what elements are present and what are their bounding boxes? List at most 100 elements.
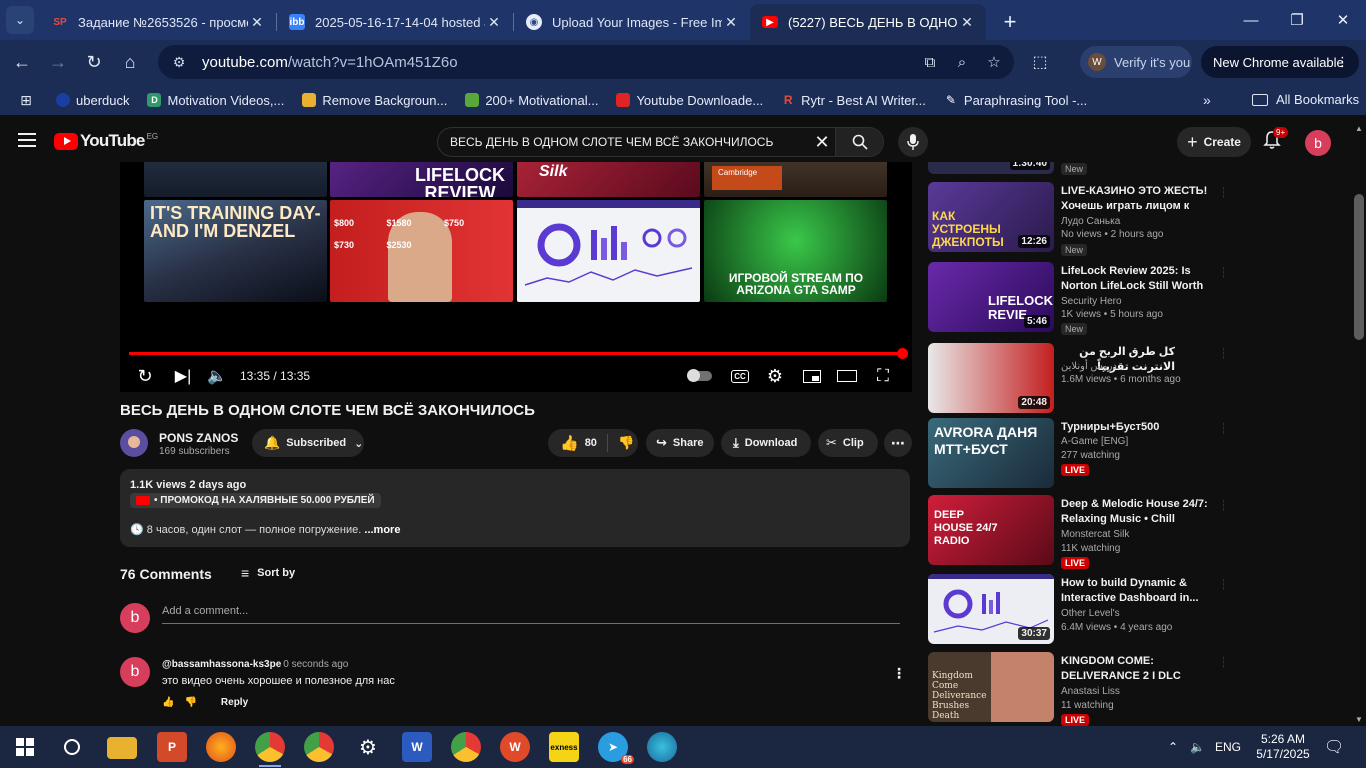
browser-tab-1[interactable]: SP Задание №2653526 - просмотр ✕ — [40, 4, 276, 40]
settings-gear-icon[interactable]: ⚙ — [764, 362, 786, 390]
comment-author[interactable]: @bassamhassona-ks3pe 0 seconds ago — [162, 659, 348, 670]
comment-avatar[interactable]: b — [120, 657, 150, 687]
description-box[interactable]: 1.1K views 2 days ago • ПРОМОКОД НА ХАЛЯ… — [120, 469, 910, 547]
zoom-icon[interactable]: ⌕ — [952, 54, 972, 71]
create-button[interactable]: + Create — [1177, 127, 1251, 157]
volume-icon[interactable]: 🔈 — [1190, 740, 1205, 754]
bookmark-motivational[interactable]: 200+ Motivational... — [465, 93, 598, 108]
extensions-icon[interactable]: ⬚ — [1028, 50, 1052, 74]
channel-name[interactable]: PONS ZANOS — [159, 431, 238, 445]
verify-button[interactable]: W Verify it's you — [1080, 46, 1192, 78]
notifications-button[interactable]: 9+ — [1263, 127, 1289, 152]
close-tab-icon[interactable]: ✕ — [958, 14, 976, 31]
dislike-icon[interactable]: 👎 — [618, 435, 634, 451]
clock[interactable]: 5:26 AM 5/17/2025 — [1246, 732, 1320, 762]
firefox-icon[interactable] — [206, 732, 236, 762]
like-button[interactable]: 👍 80 — [548, 434, 597, 452]
file-explorer-icon[interactable] — [107, 737, 137, 759]
channel-avatar[interactable] — [120, 429, 148, 457]
minimize-icon[interactable]: — — [1228, 0, 1274, 40]
reload-icon[interactable]: ↻ — [76, 45, 112, 81]
youtube-logo[interactable]: YouTube EG — [54, 131, 158, 151]
reply-button[interactable]: Reply — [221, 697, 248, 708]
notification-center-icon[interactable]: 🗨 — [1324, 726, 1344, 768]
bookmark-youtube-downloader[interactable]: Youtube Downloade... — [616, 93, 763, 108]
show-hidden-icons[interactable]: ⌃ — [1168, 740, 1178, 754]
endscreen-video-1[interactable] — [144, 162, 327, 197]
subscribed-button[interactable]: 🔔 Subscribed ⌄ — [252, 429, 364, 457]
menu-icon[interactable] — [18, 133, 36, 147]
start-button[interactable] — [10, 732, 40, 762]
comment-like-icon[interactable]: 👍 — [162, 697, 174, 708]
download-button[interactable]: ⤓ Download — [721, 429, 811, 457]
tab-search-button[interactable]: ⌄ — [6, 6, 34, 34]
more-options-icon[interactable]: ⋮ — [1218, 420, 1224, 437]
chrome-profile-icon[interactable] — [255, 732, 285, 767]
more-options-icon[interactable]: ⋮ — [1218, 345, 1224, 362]
word-icon[interactable]: W — [402, 732, 432, 762]
wps-presentation-icon[interactable]: P — [157, 732, 187, 762]
exness-icon[interactable]: exness — [549, 732, 579, 762]
endscreen-video-3[interactable]: Silk — [517, 162, 700, 197]
account-avatar[interactable]: b — [1305, 130, 1331, 156]
page-scrollbar[interactable]: ▲ ▼ — [1352, 122, 1366, 726]
related-video-4[interactable]: 20:48 كل طرق الربح من الانترنت تقريباً د… — [928, 343, 1224, 417]
captions-icon[interactable]: CC — [729, 362, 751, 390]
scroll-down-icon[interactable]: ▼ — [1355, 715, 1363, 724]
clear-search-icon[interactable]: ✕ — [809, 132, 835, 153]
input-language[interactable]: ENG — [1215, 740, 1241, 754]
endscreen-video-8[interactable]: ИГРОВОЙ STREAM ПО ARIZONA GTA SAMP — [704, 200, 887, 302]
share-button[interactable]: ↪ Share — [646, 429, 714, 457]
address-bar[interactable]: ⚙ youtube.com/watch?v=1hOAm451Z6o ⧉ ⌕ ☆ — [158, 45, 1014, 79]
volume-icon[interactable]: 🔈 — [206, 362, 228, 390]
search-button[interactable] — [835, 128, 883, 156]
more-link[interactable]: ...more — [364, 524, 400, 536]
related-video-6[interactable]: DEEP HOUSE 24/7 RADIO Deep & Melodic Hou… — [928, 495, 1224, 569]
wps-office-icon[interactable]: W — [500, 732, 530, 762]
autoplay-toggle[interactable] — [687, 362, 713, 390]
endscreen-video-4[interactable]: Cambridge — [704, 162, 887, 197]
scrollbar-thumb[interactable] — [1354, 194, 1364, 340]
bookmark-rytr[interactable]: R Rytr - Best AI Writer... — [781, 93, 926, 108]
more-actions-button[interactable]: ⋯ — [884, 429, 912, 457]
new-tab-button[interactable]: + — [996, 8, 1024, 36]
comment-dislike-icon[interactable]: 👎 — [184, 697, 196, 708]
voice-search-button[interactable] — [898, 127, 928, 157]
browser-tab-3[interactable]: ◉ Upload Your Images - Free Imag ✕ — [514, 4, 750, 40]
related-video-2[interactable]: КАК УСТРОЕНЫ ДЖЕКПОТЫ 12:26 LIVE-КАЗИНО … — [928, 182, 1224, 256]
video-player[interactable]: LIFELOCK REVIEW Silk Cambridge IT'S TRAI… — [120, 162, 912, 392]
telegram-icon[interactable]: ➤ 66 — [598, 732, 634, 764]
related-video-5[interactable]: AVRORA ДАНЯ МТТ+БУСТ Турниры+Буст500 A-G… — [928, 418, 1224, 492]
chrome-icon-2[interactable] — [451, 732, 481, 762]
bookmark-paraphrasing[interactable]: ✎ Paraphrasing Tool -... — [944, 93, 1087, 108]
search-circle-icon[interactable] — [57, 732, 87, 762]
endscreen-video-2[interactable]: LIFELOCK REVIEW — [330, 162, 513, 197]
more-options-icon[interactable]: ⋮ — [1218, 184, 1224, 201]
chrome-icon[interactable] — [304, 732, 334, 762]
search-box[interactable]: ВЕСЬ ДЕНЬ В ОДНОМ СЛОТЕ ЧЕМ ВСЁ ЗАКОНЧИЛ… — [437, 127, 884, 157]
browser-tab-4-active[interactable]: ▶ (5227) ВЕСЬ ДЕНЬ В ОДНОМ С ✕ — [750, 4, 986, 40]
theater-mode-icon[interactable] — [836, 362, 858, 390]
browser-tab-2[interactable]: ibb 2025-05-16-17-14-04 hosted at ✕ — [277, 4, 513, 40]
bookmark-uberduck[interactable]: uberduck — [56, 93, 129, 108]
close-tab-icon[interactable]: ✕ — [248, 14, 266, 31]
clip-button[interactable]: ✂ Clip — [818, 429, 878, 457]
endscreen-video-6[interactable]: $800 $1580 $750 $730 $2530 — [330, 200, 513, 302]
more-bookmarks-icon[interactable]: » — [1203, 92, 1211, 108]
related-video-7[interactable]: 30:37 How to build Dynamic & Interactive… — [928, 574, 1224, 648]
related-video-8[interactable]: Kingdom Come Deliverance Brushes Death K… — [928, 652, 1224, 726]
bookmark-star-icon[interactable]: ☆ — [984, 53, 1004, 71]
more-options-icon[interactable]: ⋮ — [1218, 264, 1224, 281]
next-icon[interactable]: ▶| — [172, 362, 194, 390]
bookmark-remove-bg[interactable]: Remove Backgroun... — [302, 93, 447, 108]
endscreen-video-7[interactable] — [517, 200, 700, 302]
more-options-icon[interactable]: ⋮ — [1218, 654, 1224, 671]
all-bookmarks-button[interactable]: All Bookmarks — [1252, 92, 1359, 107]
chrome-menu-icon[interactable]: ⋮ — [1336, 54, 1349, 70]
install-app-icon[interactable]: ⧉ — [920, 54, 940, 71]
related-video-3[interactable]: LIFELOCK REVIE 5:46 LifeLock Review 2025… — [928, 262, 1224, 336]
search-input[interactable]: ВЕСЬ ДЕНЬ В ОДНОМ СЛОТЕ ЧЕМ ВСЁ ЗАКОНЧИЛ… — [438, 135, 809, 149]
apps-grid-icon[interactable]: ⊞ — [18, 92, 34, 108]
progress-bar[interactable] — [129, 348, 908, 359]
more-options-icon[interactable]: ⋮ — [1218, 576, 1224, 593]
